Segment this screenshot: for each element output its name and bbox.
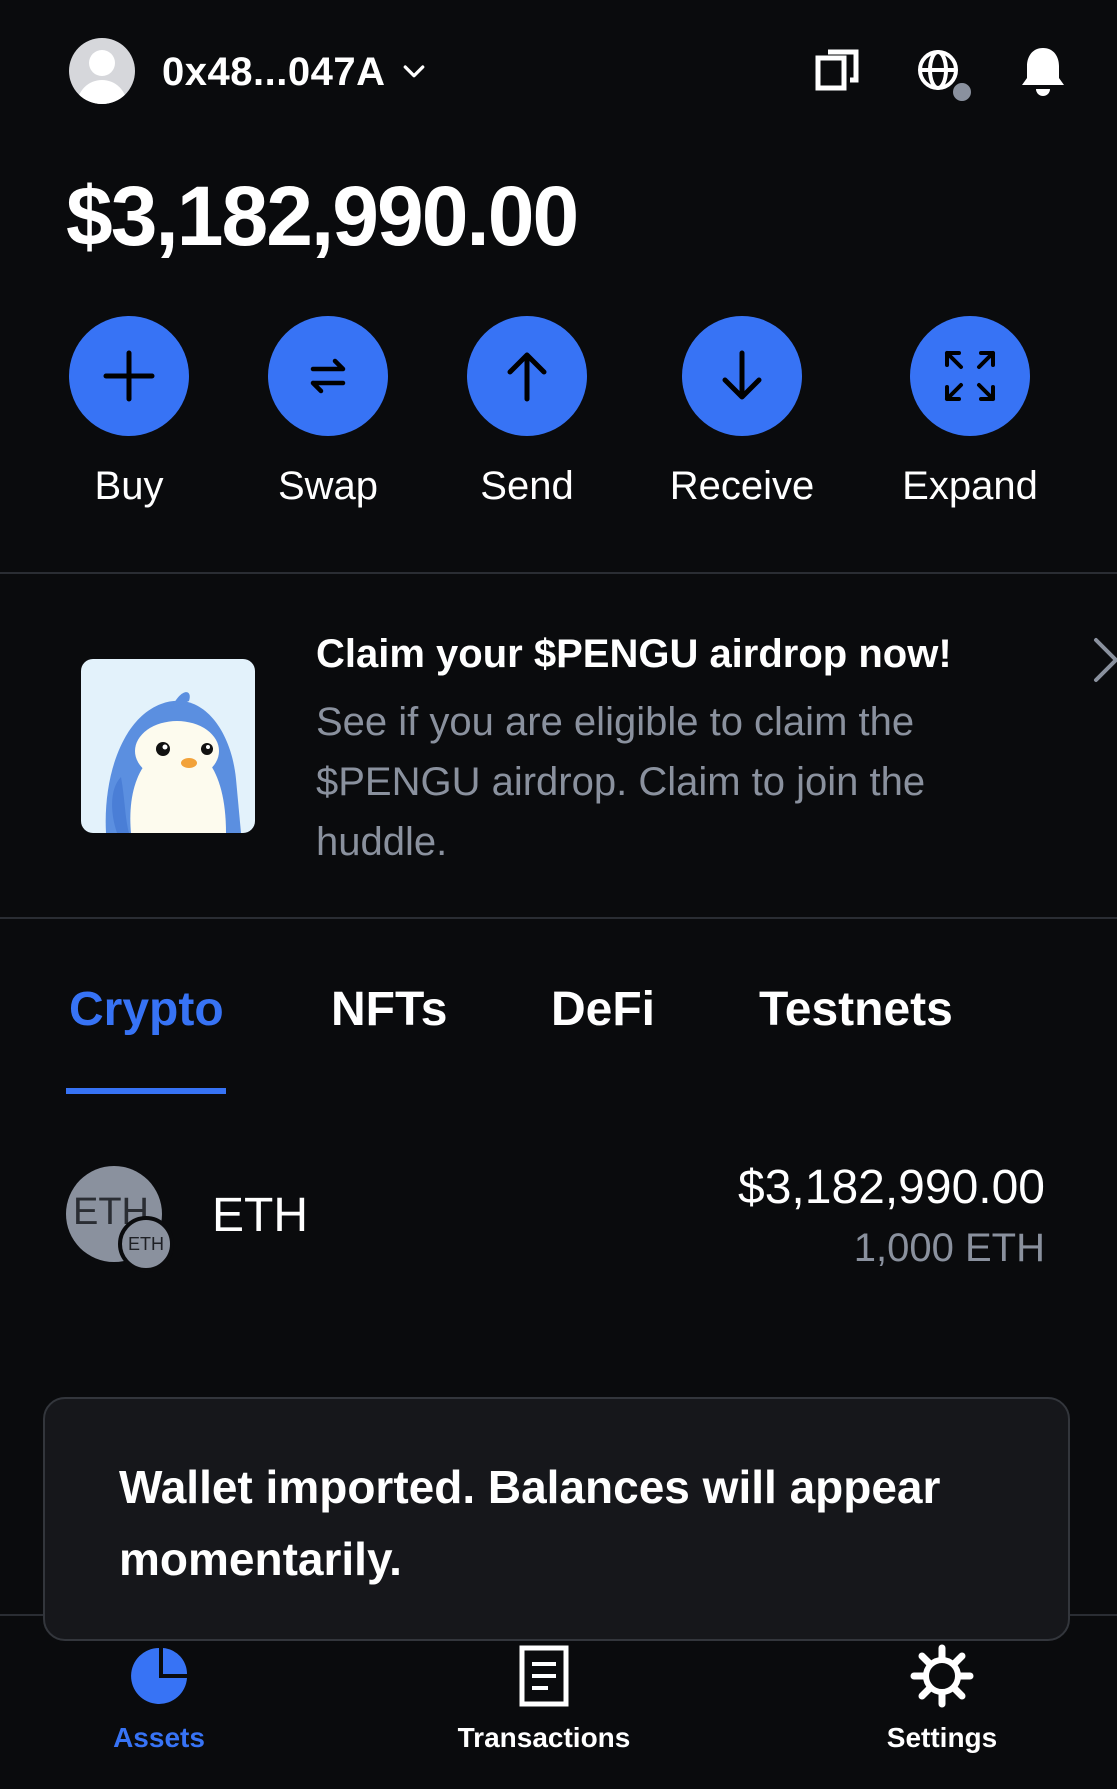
expand-circle <box>910 316 1030 436</box>
swap-button[interactable]: Swap <box>228 316 428 509</box>
avatar[interactable] <box>69 38 135 104</box>
buy-circle <box>69 316 189 436</box>
chain-badge: ETH <box>118 1216 174 1272</box>
expand-icon <box>945 351 995 401</box>
total-balance: $3,182,990.00 <box>66 169 579 263</box>
arrow-down-icon <box>722 350 762 400</box>
account-address: 0x48...047A <box>162 49 386 94</box>
nav-settings-label: Settings <box>886 1722 998 1753</box>
account-switcher[interactable]: 0x48...047A <box>162 44 429 100</box>
receive-circle <box>682 316 802 436</box>
expand-button[interactable]: Expand <box>870 316 1070 509</box>
promo-banner[interactable]: Claim your $PENGU airdrop now! See if yo… <box>0 574 1117 918</box>
avatar-head <box>89 50 115 76</box>
nav-settings[interactable]: Settings <box>822 1644 1062 1754</box>
active-tab-indicator <box>66 1088 226 1094</box>
receipt-icon <box>519 1645 569 1707</box>
plus-icon <box>103 350 155 402</box>
asset-row[interactable]: ETH ETH ETH $3,182,990.00 1,000 ETH <box>0 1150 1117 1280</box>
chevron-down-icon <box>404 65 425 78</box>
asset-amount: 1,000 ETH <box>853 1226 1045 1270</box>
receive-label: Receive <box>669 464 815 508</box>
swap-circle <box>268 316 388 436</box>
copy-icon[interactable] <box>812 44 866 98</box>
promo-title: Claim your $PENGU airdrop now! <box>316 632 952 676</box>
nav-assets[interactable]: Assets <box>39 1644 279 1754</box>
send-circle <box>467 316 587 436</box>
language-button[interactable] <box>914 44 974 104</box>
arrow-up-icon <box>507 352 547 402</box>
divider <box>0 917 1117 919</box>
wallet-app: 0x48...047A $3,182,990.00 Buy Swap Send … <box>0 0 1117 1789</box>
chevron-right-icon[interactable] <box>1092 636 1117 684</box>
tab-defi[interactable]: DeFi <box>551 982 655 1037</box>
pengu-image <box>81 659 255 833</box>
buy-label: Buy <box>94 464 164 508</box>
nav-assets-label: Assets <box>113 1722 205 1753</box>
header: 0x48...047A <box>0 0 1117 140</box>
nav-transactions[interactable]: Transactions <box>424 1644 664 1754</box>
tab-testnets[interactable]: Testnets <box>759 982 953 1037</box>
send-button[interactable]: Send <box>427 316 627 509</box>
tab-nfts[interactable]: NFTs <box>331 982 447 1037</box>
swap-icon <box>310 358 346 394</box>
bell-icon[interactable] <box>1016 44 1070 98</box>
send-label: Send <box>480 464 574 508</box>
gear-icon <box>910 1644 974 1708</box>
penguin-illustration <box>105 692 242 833</box>
swap-label: Swap <box>277 464 379 508</box>
buy-button[interactable]: Buy <box>29 316 229 509</box>
receive-button[interactable]: Receive <box>642 316 842 509</box>
pie-chart-icon <box>131 1648 188 1704</box>
asset-tabs: Crypto NFTs DeFi Testnets <box>0 966 1117 1096</box>
nav-transactions-label: Transactions <box>457 1722 631 1753</box>
action-bar: Buy Swap Send Receive Expand <box>0 316 1117 516</box>
asset-fiat-value: $3,182,990.00 <box>738 1161 1045 1214</box>
tab-crypto[interactable]: Crypto <box>69 982 224 1037</box>
toast-message: Wallet imported. Balances will appear mo… <box>119 1461 941 1585</box>
status-dot <box>950 80 974 104</box>
toast-notification: Wallet imported. Balances will appear mo… <box>43 1397 1070 1641</box>
promo-description: See if you are eligible to claim the $PE… <box>316 700 926 864</box>
expand-label: Expand <box>902 464 1038 508</box>
asset-name: ETH <box>212 1189 308 1242</box>
avatar-body <box>77 80 127 104</box>
